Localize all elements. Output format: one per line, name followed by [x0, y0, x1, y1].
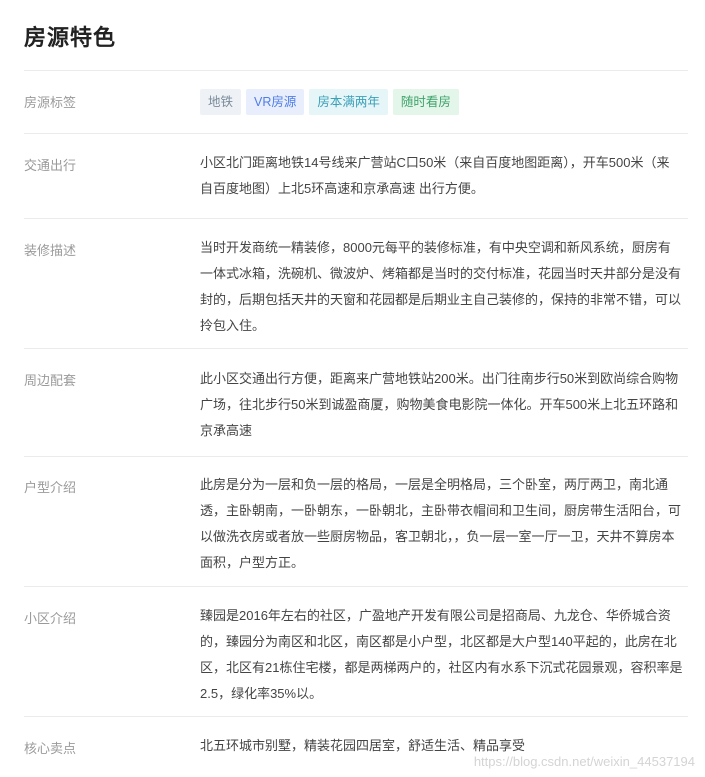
text-line: 区，北区有21栋住宅楼，都是两梯两户的，社区内有水系下沉式花园景观，容积率是 [200, 660, 683, 675]
community-label: 小区介绍 [24, 611, 77, 626]
tag-chip: 房本满两年 [309, 89, 388, 115]
divider [24, 218, 688, 219]
divider [24, 133, 688, 134]
tag-chip: 随时看房 [392, 89, 459, 115]
text-line: 小区北门距离地铁14号线来广营站C口50米（来自百度地图距离），开车500米（来 [200, 155, 670, 170]
layout-text: 此房是分为一层和负一层的格局，一层是全明格局，三个卧室，两厅两卫，南北通 透，主… [200, 472, 688, 576]
layout-label: 户型介绍 [24, 480, 77, 495]
text-line: 2.5，绿化率35%以。 [200, 686, 323, 701]
text-line: 当时开发商统一精装修，8000元每平的装修标准，有中央空调和新风系统，厨房有 [200, 240, 671, 255]
text-line: 以做洗衣房或者放一些厨房物品，客卫朝北，，负一层一室一厅一卫，天井不算房本 [200, 529, 675, 544]
divider [24, 456, 688, 457]
decoration-label: 装修描述 [24, 243, 77, 258]
surroundings-text: 此小区交通出行方便，距离来广营地铁站200米。出门往南步行50米到欧尚综合购物 … [200, 366, 688, 444]
text-line: 自百度地图）上北5环高速和京承高速 出行方便。 [200, 181, 484, 196]
surroundings-label: 周边配套 [24, 373, 77, 388]
tag-chip: VR房源 [246, 89, 305, 115]
page-title: 房源特色 [24, 25, 117, 50]
selling-points-label: 核心卖点 [24, 741, 77, 756]
text-line: 此小区交通出行方便，距离来广营地铁站200米。出门往南步行50米到欧尚综合购物 [200, 371, 679, 386]
watermark: https://blog.csdn.net/weixin_44537194 [473, 754, 695, 769]
tag-list: 地铁 VR房源 房本满两年 随时看房 [200, 89, 459, 115]
traffic-text: 小区北门距离地铁14号线来广营站C口50米（来自百度地图距离），开车500米（来… [200, 150, 688, 202]
text-line: 此房是分为一层和负一层的格局，一层是全明格局，三个卧室，两厅两卫，南北通 [200, 477, 669, 492]
tags-label: 房源标签 [24, 95, 77, 110]
text-line: 的，臻园分为南区和北区，南区都是小户型，北区都是大户型140平起的，此房在北 [200, 634, 677, 649]
divider [24, 348, 688, 349]
traffic-label: 交通出行 [24, 158, 77, 173]
text-line: 封的，后期包括天井的天窗和花园都是后期业主自己装修的，保持的非常不错，可以 [200, 292, 682, 307]
text-line: 广场，往北步行50米到诚盈商厦，购物美食电影院一体化。开车500米上北五环路和 [200, 397, 679, 412]
text-line: 拎包入住。 [200, 318, 266, 333]
community-text: 臻园是2016年左右的社区，广盈地产开发有限公司是招商局、九龙仓、华侨城合资 的… [200, 603, 688, 707]
text-line: 透，主卧朝南，一卧朝东，一卧朝北，主卧带衣帽间和卫生间，厨房带生活阳台，可 [200, 503, 682, 518]
divider [24, 70, 688, 71]
text-line: 臻园是2016年左右的社区，广盈地产开发有限公司是招商局、九龙仓、华侨城合资 [200, 608, 671, 623]
decoration-text: 当时开发商统一精装修，8000元每平的装修标准，有中央空调和新风系统，厨房有 一… [200, 235, 688, 339]
text-line: 一体式冰箱，洗碗机、微波炉、烤箱都是当时的交付标准，花园当时天井部分是没有 [200, 266, 682, 281]
tag-chip: 地铁 [200, 89, 242, 115]
text-line: 面积，户型方正。 [200, 555, 305, 570]
text-line: 京承高速 [200, 423, 253, 438]
divider [24, 586, 688, 587]
divider [24, 716, 688, 717]
